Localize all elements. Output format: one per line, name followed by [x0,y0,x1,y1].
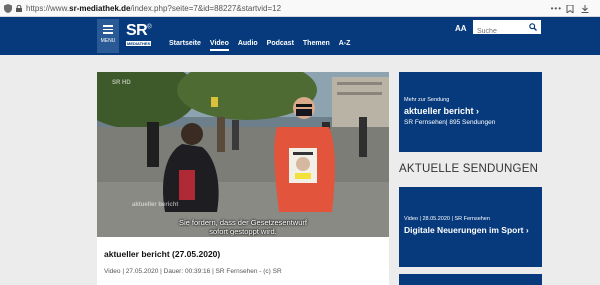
video-card: SR HD aktueller bericht Sie fordern, das… [97,72,389,285]
nav-audio[interactable]: Audio [238,40,258,51]
search-input[interactable] [473,24,527,39]
menu-label: MENU [100,37,116,44]
subtitle-line-1: Sie fordern, dass der Gesetzesentwurf [179,218,307,227]
lock-icon[interactable] [16,4,22,12]
sendung-title[interactable]: Digitale Neuerungen im Sport › [404,225,529,235]
url-field[interactable]: https://www.sr-mediathek.de/index.php?se… [26,4,281,13]
search-box [473,20,541,39]
section-heading: AKTUELLE SENDUNGEN [399,163,539,175]
nav-podcast[interactable]: Podcast [267,40,294,51]
page-actions-menu[interactable]: ••• [551,4,562,13]
sendung-card[interactable]: Video | 28.05.2020 | SR Fernsehen Digita… [399,187,542,267]
sendung-card[interactable] [399,274,542,285]
shield-icon[interactable] [4,3,12,13]
bookmark-icon[interactable] [566,5,574,13]
video-player[interactable]: SR HD aktueller bericht Sie fordern, das… [97,72,389,237]
channel-bug: SR HD [112,80,131,86]
browser-address-bar: https://www.sr-mediathek.de/index.php?se… [0,0,600,17]
nav-startseite[interactable]: Startseite [169,40,201,51]
nav-video[interactable]: Video [209,40,229,51]
sendung-kicker: Video | 28.05.2020 | SR Fernsehen [404,216,490,222]
show-promo-card[interactable]: Mehr zur Sendung aktueller bericht › SR … [399,72,542,152]
video-still-image [97,72,389,237]
promo-kicker: Mehr zur Sendung [404,97,450,103]
subtitle-line-2: sofort gestoppt wird. [209,227,277,236]
promo-title[interactable]: aktueller bericht › [404,106,479,116]
sr-mediathek-logo[interactable]: SR® MEDIATHEK [126,22,152,46]
font-size-toggle[interactable]: AA [455,24,467,33]
video-meta: Video | 27.05.2020 | Dauer: 00:39:16 | S… [104,268,282,275]
search-icon[interactable] [529,23,537,31]
download-icon[interactable] [581,5,589,13]
nav-themen[interactable]: Themen [303,40,330,51]
main-navigation: Startseite Video Audio Podcast Themen A-… [169,40,359,51]
video-title[interactable]: aktueller bericht (27.05.2020) [104,249,220,259]
menu-icon [103,25,113,34]
show-watermark: aktueller bericht [132,202,179,208]
nav-a-z[interactable]: A-Z [339,40,351,51]
menu-button[interactable]: MENU [97,19,119,53]
promo-subtitle: SR Fernsehen| 895 Sendungen [404,119,496,126]
